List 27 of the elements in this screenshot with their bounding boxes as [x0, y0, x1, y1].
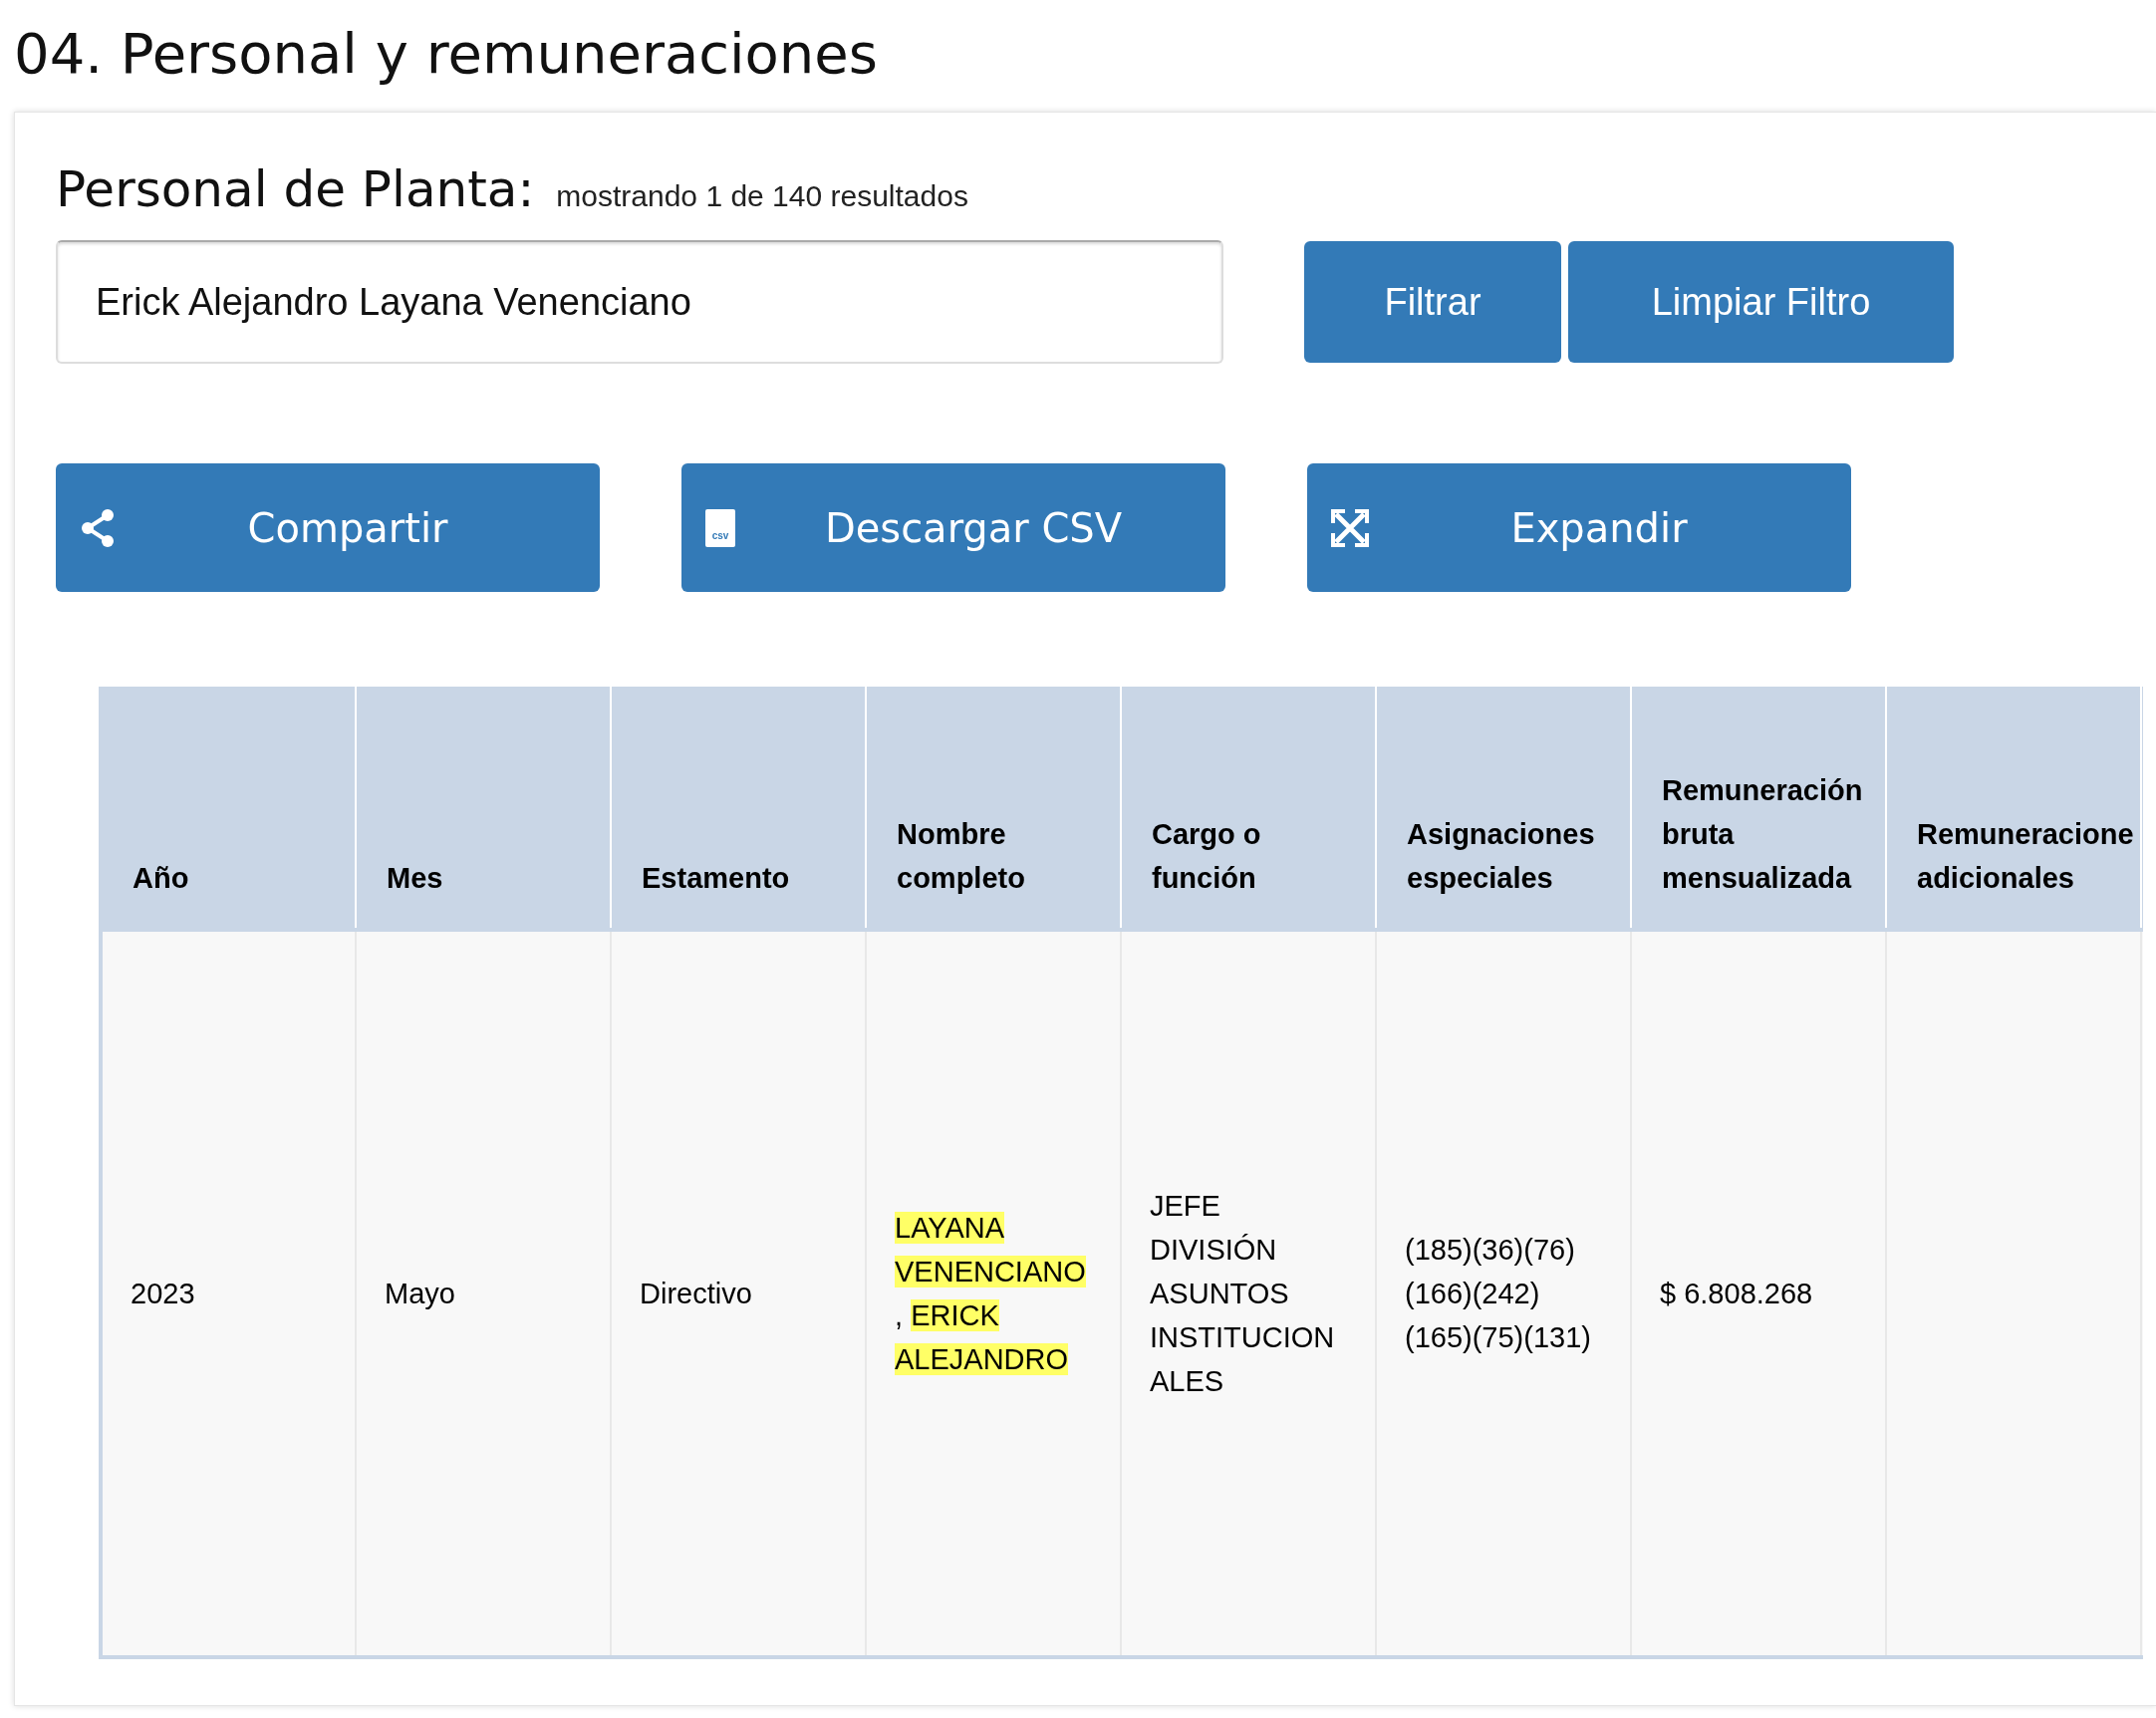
table-cell: Mayo	[356, 930, 611, 1657]
table-cell: $ 6.808.268	[1631, 930, 1886, 1657]
table-cell: 2023	[101, 930, 356, 1657]
table-cell: LAYANA VENENCIANO , ERICK ALEJANDRO	[866, 930, 1121, 1657]
section-title: Personal de Planta:	[56, 159, 535, 220]
clear-filter-button[interactable]: Limpiar Filtro	[1568, 241, 1954, 363]
column-header: Asignaciones especiales	[1376, 687, 1631, 930]
share-icon	[80, 507, 116, 548]
results-count: mostrando 1 de 140 resultados	[556, 178, 968, 214]
column-header: Estamento	[611, 687, 866, 930]
expand-button[interactable]: Expandir	[1307, 463, 1851, 592]
column-header: Remuneracione adicionales	[1886, 687, 2141, 930]
table-cell: JEFE DIVISIÓN ASUNTOS INSTITUCIONALES	[1121, 930, 1376, 1657]
column-header: Remuneración bruta mensualizada	[1631, 687, 1886, 930]
page-title: 04. Personal y remuneraciones	[13, 20, 879, 88]
table-cell: Directivo	[611, 930, 866, 1657]
download-csv-button[interactable]: csv Descargar CSV	[681, 463, 1225, 592]
column-header: Nombre completo	[866, 687, 1121, 930]
search-field[interactable]: Erick Alejandro Layana Venenciano	[56, 240, 1223, 364]
column-header: Mes	[356, 687, 611, 930]
file-icon: csv	[705, 508, 735, 547]
expand-icon	[1331, 508, 1369, 547]
column-header: Cargo o función	[1121, 687, 1376, 930]
filter-button[interactable]: Filtrar	[1304, 241, 1561, 363]
table-cell: (185)(36)(76)(166)(242)(165)(75)(131)	[1376, 930, 1631, 1657]
column-header: Año	[101, 687, 356, 930]
share-button[interactable]: Compartir	[56, 463, 600, 592]
